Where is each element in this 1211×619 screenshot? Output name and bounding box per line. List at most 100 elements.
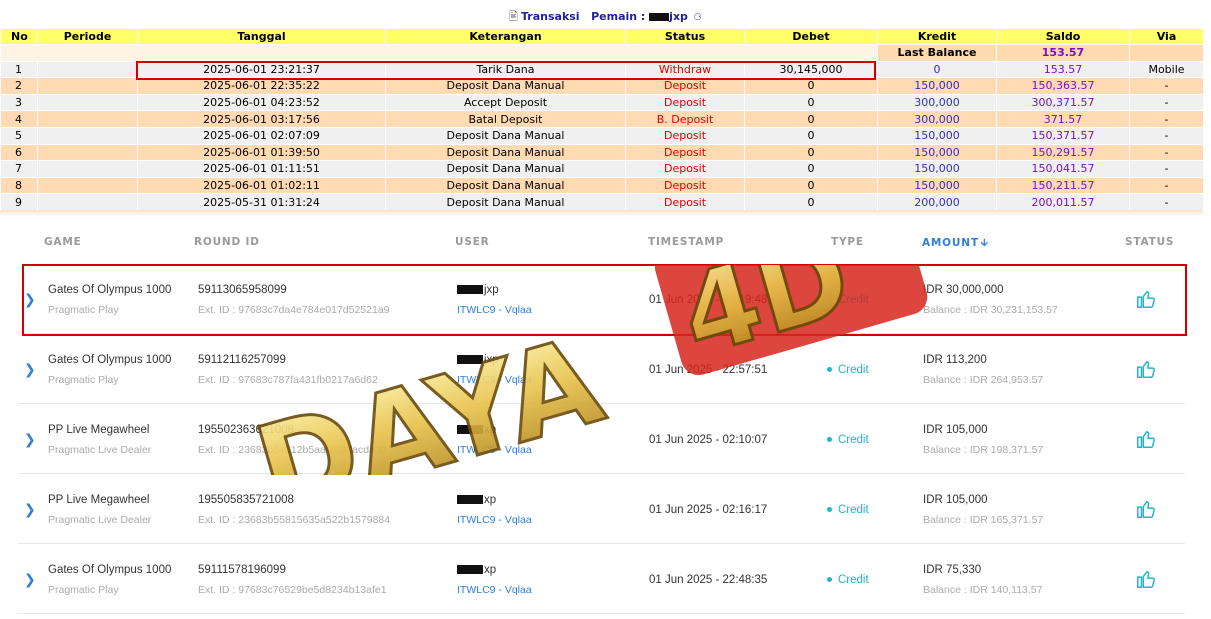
col-header-amount[interactable]: AMOUNT 🡫 (922, 236, 989, 253)
transaction-row[interactable]: 3 2025-06-01 04:23:52 Accept Deposit Deposi… (0, 93, 1204, 112)
transaction-row[interactable]: 6 2025-06-01 01:39:50 Deposit Dana Manual D… (0, 143, 1204, 162)
row-no: 5 (0, 126, 38, 145)
row-periode (37, 193, 138, 211)
balance: Balance : IDR 165,371.57 (923, 514, 1044, 526)
game-name: Gates Of Olympus 1000 (48, 354, 172, 366)
row-debet: 0 (744, 160, 878, 178)
balance: Balance : IDR 140,113.57 (923, 584, 1043, 596)
user-name-mask (457, 495, 483, 505)
user-agent-link[interactable]: ITWLC9 - Vqlaa (457, 514, 532, 526)
row-periode (37, 160, 138, 178)
type-credit: Credit (827, 364, 869, 376)
col-header-saldo[interactable]: Saldo (996, 28, 1130, 45)
info-icon[interactable]: ⚆ (694, 13, 702, 23)
round-id[interactable]: 195505835721008 (198, 494, 294, 506)
row-periode (37, 143, 138, 162)
transaction-row[interactable]: 5 2025-06-01 02:07:09 Deposit Dana Manual D… (0, 126, 1204, 145)
col-header-status[interactable]: STATUS (1125, 236, 1174, 248)
game-history-row[interactable]: ❯ Gates Of Olympus 1000 Pragmatic Play 5911… (18, 334, 1185, 404)
row-keterangan: Deposit Dana Manual (385, 176, 626, 195)
round-id[interactable]: 59111578196099 (198, 564, 286, 576)
col-header-timestamp[interactable]: TIMESTAMP (648, 236, 724, 248)
timestamp: 01 Jun 2025 - 22:57:51 (649, 364, 768, 376)
row-tanggal: 2025-06-01 01:39:50 (137, 143, 386, 162)
row-keterangan: Deposit Dana Manual (385, 160, 626, 178)
chevron-right-icon[interactable]: ❯ (24, 502, 36, 518)
thumbs-up-icon[interactable] (1135, 358, 1157, 380)
amount: IDR 105,000 (923, 494, 988, 506)
transaction-row[interactable]: 7 2025-06-01 01:11:51 Deposit Dana Manual D… (0, 160, 1204, 178)
game-history-row[interactable]: ❯ PP Live Megawheel Pragmatic Live Dealer 1… (18, 474, 1185, 544)
col-header-tanggal[interactable]: Tanggal (137, 28, 386, 45)
amount: IDR 105,000 (923, 424, 988, 436)
col-header-debet[interactable]: Debet (744, 28, 878, 45)
col-header-status[interactable]: Status (625, 28, 745, 45)
row-via: - (1129, 176, 1204, 195)
row-tanggal: 2025-06-01 03:17:56 (137, 110, 386, 128)
thumbs-up-icon[interactable] (1135, 568, 1157, 590)
row-tanggal: 2025-06-01 22:35:22 (137, 77, 386, 95)
highlight-withdraw-row (136, 61, 876, 80)
col-header-game[interactable]: GAME (44, 236, 82, 248)
user-name-text: xp (484, 564, 497, 576)
chevron-right-icon[interactable]: ❯ (24, 572, 36, 588)
type-label: Credit (838, 574, 869, 586)
user-name: xp (457, 424, 496, 436)
chevron-right-icon[interactable]: ❯ (24, 432, 36, 448)
game-name: PP Live Megawheel (48, 424, 150, 436)
user-agent-link[interactable]: ITWLC9 - Vqlaa (457, 374, 532, 386)
round-id[interactable]: 59112116257099 (198, 354, 286, 366)
row-debet: 0 (744, 176, 878, 195)
row-keterangan: Accept Deposit (385, 93, 626, 112)
row-status: Deposit (625, 93, 745, 112)
col-header-periode[interactable]: Periode (37, 28, 138, 45)
col-header-keterangan[interactable]: Keterangan (385, 28, 626, 45)
user-agent-link[interactable]: ITWLC9 - Vqlaa (457, 584, 532, 596)
row-status: Deposit (625, 77, 745, 95)
row-tanggal: 2025-06-01 01:02:11 (137, 176, 386, 195)
row-status: Deposit (625, 126, 745, 145)
highlight-game-row (22, 264, 1187, 336)
user-name-mask (457, 565, 483, 575)
row-periode (37, 176, 138, 195)
game-history-row[interactable]: ❯ Gates Of Olympus 1000 Pragmatic Play 5911… (18, 544, 1185, 614)
row-periode (37, 93, 138, 112)
type-credit: Credit (827, 434, 869, 446)
last-balance-value: 153.57 (996, 44, 1130, 62)
transaction-row[interactable]: 4 2025-06-01 03:17:56 Batal Deposit B. Depo… (0, 110, 1204, 128)
row-via: - (1129, 160, 1204, 178)
user-agent-link[interactable]: ITWLC9 - Vqlaa (457, 444, 532, 456)
chevron-right-icon[interactable]: ❯ (24, 362, 36, 378)
row-debet: 0 (744, 193, 878, 211)
col-header-type[interactable]: TYPE (831, 236, 864, 248)
transaction-row[interactable]: 8 2025-06-01 01:02:11 Deposit Dana Manual D… (0, 176, 1204, 195)
row-status: Deposit (625, 160, 745, 178)
row-via: - (1129, 143, 1204, 162)
row-saldo: 200,011.57 (996, 193, 1130, 211)
row-via: - (1129, 126, 1204, 145)
row-via: - (1129, 77, 1204, 95)
round-id[interactable]: 195502363621008 (198, 424, 294, 436)
col-header-round-id[interactable]: ROUND ID (194, 236, 260, 248)
col-header-kredit[interactable]: Kredit (877, 28, 997, 45)
transaction-row[interactable]: 2 2025-06-01 22:35:22 Deposit Dana Manual D… (0, 77, 1204, 95)
dot-icon (827, 507, 832, 513)
game-name: Gates Of Olympus 1000 (48, 564, 172, 576)
row-tanggal: 2025-06-01 02:07:09 (137, 126, 386, 145)
game-history-row[interactable]: ❯ PP Live Megawheel Pragmatic Live Dealer 1… (18, 404, 1185, 474)
col-header-no[interactable]: No (0, 28, 38, 45)
amount: IDR 113,200 (923, 354, 987, 366)
timestamp: 01 Jun 2025 - 22:48:35 (649, 574, 768, 586)
col-header-user[interactable]: USER (455, 236, 490, 248)
thumbs-up-icon[interactable] (1135, 498, 1157, 520)
row-debet: 0 (744, 143, 878, 162)
col-header-via[interactable]: Via (1129, 28, 1204, 45)
row-keterangan: Batal Deposit (385, 110, 626, 128)
user-name-mask (457, 355, 483, 365)
row-debet: 0 (744, 77, 878, 95)
thumbs-up-icon[interactable] (1135, 428, 1157, 450)
row-saldo: 150,371.57 (996, 126, 1130, 145)
row-debet: 0 (744, 126, 878, 145)
transaction-row[interactable]: 9 2025-05-31 01:31:24 Deposit Dana Manual D… (0, 193, 1204, 211)
row-kredit: 150,000 (877, 126, 997, 145)
